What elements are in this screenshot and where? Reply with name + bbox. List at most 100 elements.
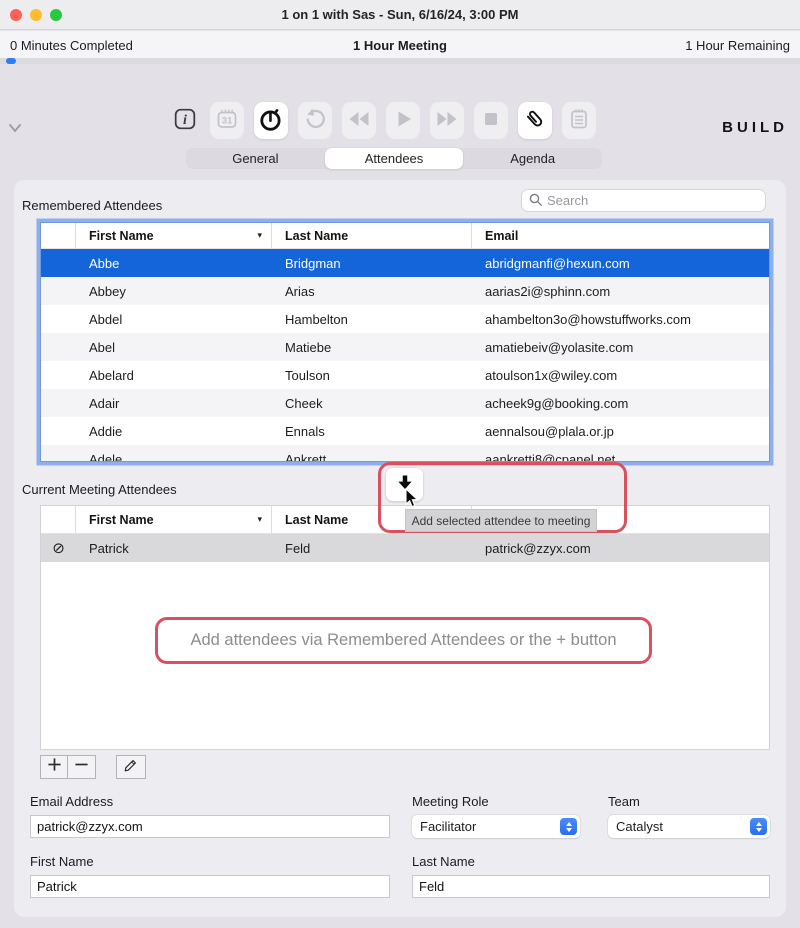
first-name-column-header[interactable]: First Name ▾	[76, 223, 272, 248]
first-name-column-header[interactable]: First Name ▾	[76, 506, 272, 533]
svg-text:i: i	[183, 112, 187, 128]
cell-email: patrick@zzyx.com	[472, 541, 769, 556]
table-row[interactable]: AdeleAnkrettaankretti8@cpanel.net	[41, 445, 769, 462]
email-address-field[interactable]	[30, 815, 390, 838]
table-row[interactable]: AdairCheekacheek9g@booking.com	[41, 389, 769, 417]
email-address-label: Email Address	[30, 794, 113, 809]
cell-last-name: Ennals	[272, 424, 472, 439]
table-row[interactable]: AbbeBridgmanabridgmanfi@hexun.com	[41, 249, 769, 277]
search-placeholder: Search	[547, 193, 588, 208]
paperclip-icon	[522, 106, 548, 135]
table-row[interactable]: AbelMatiebeamatiebeiv@yolasite.com	[41, 333, 769, 361]
search-field[interactable]: Search	[521, 189, 766, 212]
empty-hint-annotation: Add attendees via Remembered Attendees o…	[155, 617, 652, 664]
cell-last-name: Bridgman	[272, 256, 472, 271]
notes-button	[562, 102, 596, 139]
team-select[interactable]: Catalyst	[608, 815, 770, 838]
cell-first-name: Abdel	[76, 312, 272, 327]
cell-last-name: Cheek	[272, 396, 472, 411]
tab-attendees[interactable]: Attendees	[325, 148, 464, 169]
sort-descending-icon: ▾	[257, 514, 262, 525]
cell-first-name: Abbe	[76, 256, 272, 271]
play-button	[386, 102, 420, 139]
add-attendee-button[interactable]	[40, 755, 68, 779]
fast-forward-icon	[435, 107, 459, 134]
sort-descending-icon: ▾	[257, 230, 262, 241]
last-name-field[interactable]	[412, 875, 770, 898]
table-row[interactable]: AbbeyAriasaarias2i@sphinn.com	[41, 277, 769, 305]
cell-email: ahambelton3o@howstuffworks.com	[472, 312, 769, 327]
stopwatch-icon	[258, 106, 284, 135]
play-icon	[391, 107, 415, 134]
timer-button[interactable]	[254, 102, 288, 139]
app-window: 1 on 1 with Sas - Sun, 6/16/24, 3:00 PM …	[0, 0, 800, 928]
meeting-progress-fill	[6, 58, 16, 64]
meeting-role-label: Meeting Role	[412, 794, 489, 809]
title-bar: 1 on 1 with Sas - Sun, 6/16/24, 3:00 PM	[0, 0, 800, 30]
cell-last-name: Ankrett	[272, 452, 472, 463]
notepad-icon	[567, 107, 591, 134]
email-column-header[interactable]: Email	[472, 223, 769, 248]
handle-column-header	[41, 506, 76, 533]
cell-first-name: Adele	[76, 452, 272, 463]
calendar-icon: 31	[215, 107, 239, 134]
meeting-status-bar: 0 Minutes Completed 1 Hour Meeting 1 Hou…	[0, 31, 800, 58]
info-button[interactable]: i	[170, 101, 200, 139]
table-row[interactable]: ⊘PatrickFeldpatrick@zzyx.com	[41, 534, 769, 562]
table-row[interactable]: AddieEnnalsaennalsou@plala.or.jp	[41, 417, 769, 445]
remembered-attendees-label: Remembered Attendees	[22, 198, 162, 213]
cell-email: aankretti8@cpanel.net	[472, 452, 769, 463]
meeting-duration-label: 1 Hour Meeting	[0, 38, 800, 53]
remembered-attendees-table[interactable]: First Name ▾ Last Name Email AbbeBridgma…	[40, 222, 770, 462]
cell-last-name: Feld	[272, 541, 472, 556]
cell-email: aarias2i@sphinn.com	[472, 284, 769, 299]
slash-circle-icon: ⊘	[52, 541, 65, 556]
stepper-chevrons-icon	[750, 818, 767, 835]
attendee-table-buttons	[40, 755, 146, 779]
tab-agenda[interactable]: Agenda	[463, 148, 602, 169]
row-handle: ⊘	[41, 541, 76, 556]
stop-icon	[479, 107, 503, 134]
handle-column-header	[41, 223, 76, 248]
team-label: Team	[608, 794, 640, 809]
cell-last-name: Matiebe	[272, 340, 472, 355]
rewind-button	[342, 102, 376, 139]
cell-first-name: Abel	[76, 340, 272, 355]
toolbar: i 31	[170, 101, 596, 139]
cell-last-name: Toulson	[272, 368, 472, 383]
undo-arrow-icon	[303, 107, 327, 134]
info-icon: i	[172, 106, 198, 135]
disclosure-chevron-icon[interactable]	[7, 120, 23, 139]
rewind-icon	[347, 107, 371, 134]
cell-first-name: Adair	[76, 396, 272, 411]
search-icon	[528, 192, 543, 210]
cell-email: amatiebeiv@yolasite.com	[472, 340, 769, 355]
cell-email: abridgmanfi@hexun.com	[472, 256, 769, 271]
team-value: Catalyst	[616, 819, 663, 834]
remove-attendee-button[interactable]	[68, 755, 96, 779]
edit-attendee-button[interactable]	[116, 755, 146, 779]
last-name-column-header[interactable]: Last Name	[272, 223, 472, 248]
first-name-field[interactable]	[30, 875, 390, 898]
brand-logo: BUILD	[722, 119, 788, 136]
cell-last-name: Arias	[272, 284, 472, 299]
cell-first-name: Addie	[76, 424, 272, 439]
table-row[interactable]: AbdelHambeltonahambelton3o@howstuffworks…	[41, 305, 769, 333]
cell-first-name: Abbey	[76, 284, 272, 299]
remembered-table-body: AbbeBridgmanabridgmanfi@hexun.comAbbeyAr…	[41, 249, 769, 462]
window-title: 1 on 1 with Sas - Sun, 6/16/24, 3:00 PM	[0, 0, 800, 30]
calendar-button: 31	[210, 102, 244, 139]
reset-button	[298, 102, 332, 139]
plus-icon	[47, 757, 62, 777]
tab-bar: General Attendees Agenda	[186, 148, 602, 169]
meeting-role-value: Facilitator	[420, 819, 476, 834]
cell-email: aennalsou@plala.or.jp	[472, 424, 769, 439]
attachment-button[interactable]	[518, 102, 552, 139]
cell-last-name: Hambelton	[272, 312, 472, 327]
meeting-role-select[interactable]: Facilitator	[412, 815, 580, 838]
table-header: First Name ▾ Last Name Email	[41, 223, 769, 249]
table-row[interactable]: AbelardToulsonatoulson1x@wiley.com	[41, 361, 769, 389]
svg-text:31: 31	[222, 115, 233, 126]
tab-general[interactable]: General	[186, 148, 325, 169]
first-name-label: First Name	[30, 854, 94, 869]
